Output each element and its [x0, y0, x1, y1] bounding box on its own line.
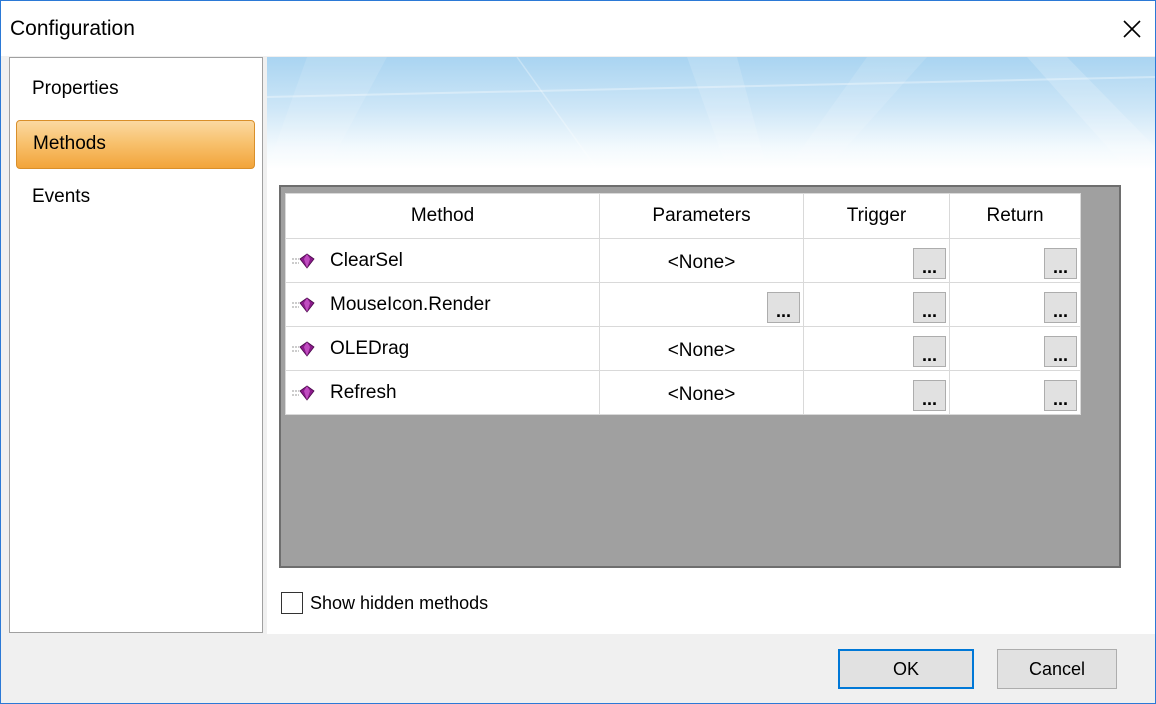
- return-ellipsis-button[interactable]: ...: [1044, 336, 1077, 367]
- method-gem-icon: [292, 385, 315, 401]
- trigger-ellipsis-button[interactable]: ...: [913, 380, 946, 411]
- method-name: Refresh: [330, 381, 397, 403]
- method-name: OLEDrag: [330, 337, 410, 359]
- methods-grid: Method Parameters Trigger Return ClearSe…: [279, 185, 1121, 568]
- show-hidden-label: Show hidden methods: [310, 592, 489, 613]
- method-gem-icon: [292, 341, 315, 357]
- column-header-trigger[interactable]: Trigger: [803, 193, 950, 239]
- parameters-value: <None>: [667, 251, 736, 273]
- nav-item-properties[interactable]: Properties: [16, 66, 255, 115]
- trigger-ellipsis-button[interactable]: ...: [913, 336, 946, 367]
- table-row[interactable]: Refresh <None>......: [285, 370, 1081, 415]
- table-row[interactable]: OLEDrag <None>......: [285, 326, 1081, 371]
- trigger-ellipsis-button[interactable]: ...: [913, 248, 946, 279]
- nav-item-methods[interactable]: Methods: [16, 120, 255, 169]
- return-ellipsis-button[interactable]: ...: [1044, 292, 1077, 323]
- show-hidden-checkbox[interactable]: [281, 592, 303, 614]
- parameters-cell[interactable]: <None>: [599, 370, 804, 415]
- nav-item-events[interactable]: Events: [16, 174, 255, 223]
- return-cell[interactable]: ...: [949, 282, 1081, 327]
- show-hidden-option[interactable]: Show hidden methods: [281, 592, 488, 614]
- parameters-value: <None>: [667, 339, 736, 361]
- trigger-cell[interactable]: ...: [803, 238, 950, 283]
- trigger-ellipsis-button[interactable]: ...: [913, 292, 946, 323]
- return-ellipsis-button[interactable]: ...: [1044, 248, 1077, 279]
- method-cell[interactable]: Refresh: [285, 370, 600, 415]
- method-cell[interactable]: MouseIcon.Render: [285, 282, 600, 327]
- title-bar: Configuration: [1, 1, 1155, 56]
- close-button[interactable]: [1109, 1, 1155, 56]
- table-row[interactable]: ClearSel <None>......: [285, 238, 1081, 283]
- method-name: ClearSel: [330, 249, 403, 271]
- return-cell[interactable]: ...: [949, 326, 1081, 371]
- method-gem-icon: [292, 297, 315, 313]
- trigger-cell[interactable]: ...: [803, 370, 950, 415]
- parameters-cell[interactable]: <None>: [599, 326, 804, 371]
- window-title: Configuration: [10, 17, 135, 40]
- trigger-cell[interactable]: ...: [803, 326, 950, 371]
- cancel-button[interactable]: Cancel: [997, 649, 1117, 689]
- ok-button[interactable]: OK: [838, 649, 974, 689]
- methods-table: Method Parameters Trigger Return ClearSe…: [285, 193, 1081, 415]
- parameters-ellipsis-button[interactable]: ...: [767, 292, 800, 323]
- column-header-return[interactable]: Return: [949, 193, 1081, 239]
- return-cell[interactable]: ...: [949, 370, 1081, 415]
- header-row: Method Parameters Trigger Return: [285, 193, 1081, 239]
- close-icon: [1123, 19, 1141, 38]
- trigger-cell[interactable]: ...: [803, 282, 950, 327]
- nav-item-label: Events: [32, 186, 91, 207]
- method-gem-icon: [292, 253, 315, 269]
- method-name: MouseIcon.Render: [330, 293, 491, 315]
- return-cell[interactable]: ...: [949, 238, 1081, 283]
- configuration-dialog: Configuration Properties Methods Events: [0, 0, 1156, 704]
- parameters-cell[interactable]: <None>: [599, 238, 804, 283]
- return-ellipsis-button[interactable]: ...: [1044, 380, 1077, 411]
- nav-item-label: Properties: [32, 78, 119, 99]
- table-row[interactable]: MouseIcon.Render.........: [285, 282, 1081, 327]
- parameters-cell[interactable]: ...: [599, 282, 804, 327]
- nav-item-label: Methods: [33, 133, 106, 154]
- content-panel: Method Parameters Trigger Return ClearSe…: [267, 57, 1155, 634]
- column-header-method[interactable]: Method: [285, 193, 600, 239]
- parameters-value: <None>: [667, 383, 736, 405]
- category-list: Properties Methods Events: [9, 57, 263, 633]
- column-header-parameters[interactable]: Parameters: [599, 193, 804, 239]
- method-cell[interactable]: ClearSel: [285, 238, 600, 283]
- header-banner: [267, 57, 1155, 169]
- method-cell[interactable]: OLEDrag: [285, 326, 600, 371]
